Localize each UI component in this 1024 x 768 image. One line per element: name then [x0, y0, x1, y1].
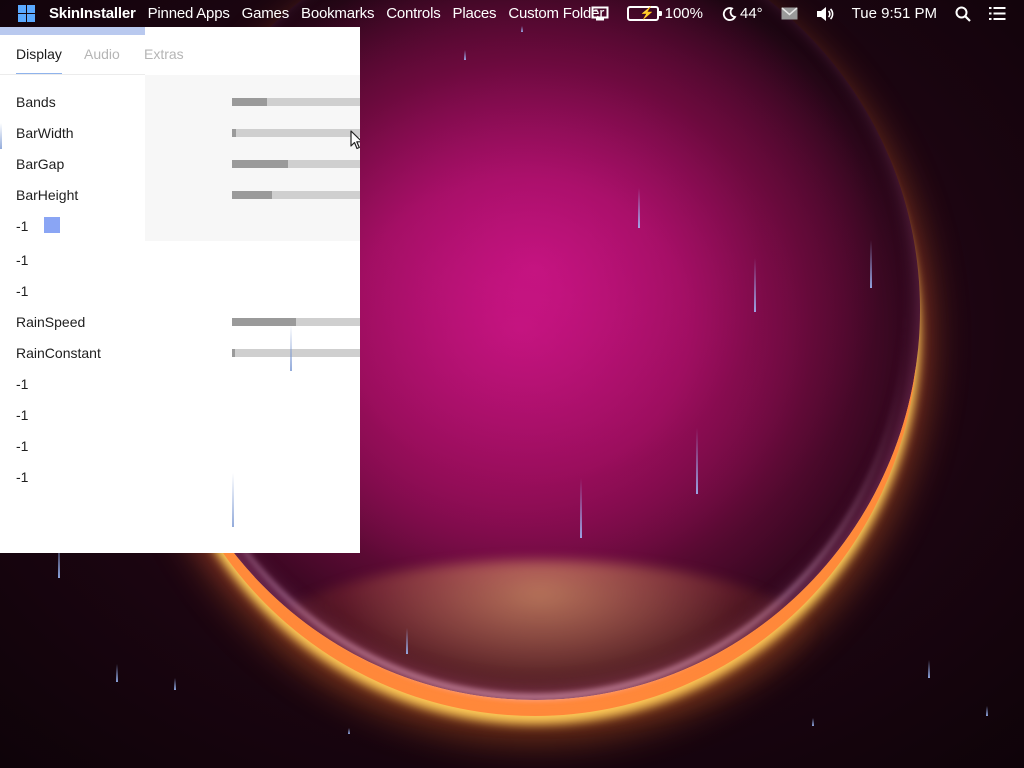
rainspeed-slider[interactable]: [232, 318, 360, 326]
battery-status[interactable]: ⚡ 100%: [626, 5, 703, 22]
rain-drop: [870, 240, 872, 288]
barheight-slider[interactable]: [232, 191, 360, 199]
notification-list-icon[interactable]: [989, 7, 1006, 20]
setting-label-unset: -1: [16, 283, 29, 299]
rain-drop: [928, 660, 930, 678]
rain-drop: [174, 678, 176, 690]
setting-label-rainspeed: RainSpeed: [16, 314, 86, 330]
bands-slider[interactable]: [232, 98, 360, 106]
setting-label-unset: -1: [16, 469, 29, 485]
rain-drop: [696, 428, 698, 494]
clock[interactable]: Tue 9:51 PM: [852, 5, 937, 22]
rain-drop: [348, 728, 350, 734]
setting-label-unset: -1: [16, 438, 29, 454]
setting-label-unset: -1: [16, 218, 29, 234]
rain-drop: [464, 50, 466, 60]
tab-audio[interactable]: Audio: [84, 46, 120, 62]
rain-drop: [638, 188, 640, 228]
setting-label-bargap: BarGap: [16, 156, 65, 172]
setting-label-unset: -1: [16, 252, 29, 268]
search-icon[interactable]: [955, 6, 971, 22]
display-icon[interactable]: [591, 6, 609, 22]
rain-drop: [812, 718, 814, 726]
menu-games[interactable]: Games: [242, 5, 290, 22]
tab-display[interactable]: Display: [16, 46, 62, 62]
weather-temp: 44°: [739, 5, 763, 22]
color-swatch[interactable]: [44, 217, 60, 233]
mouse-cursor-icon: [350, 130, 360, 150]
rain-drop: [580, 478, 582, 538]
menu-bookmarks[interactable]: Bookmarks: [301, 5, 374, 22]
slider-fill: [232, 318, 296, 326]
setting-label-barheight: BarHeight: [16, 187, 79, 203]
rain-drop: [116, 664, 118, 682]
setting-label-barwidth: BarWidth: [16, 125, 74, 141]
menu-places[interactable]: Places: [453, 5, 497, 22]
mail-icon[interactable]: [781, 7, 798, 20]
rain-drop: [754, 258, 756, 312]
slider-fill: [232, 129, 236, 137]
menu-controls[interactable]: Controls: [386, 5, 440, 22]
tab-divider: [0, 74, 145, 75]
slider-fill: [232, 349, 235, 357]
setting-label-unset: -1: [16, 376, 29, 392]
setting-label-bands: Bands: [16, 94, 56, 110]
setting-label-rainconstant: RainConstant: [16, 345, 101, 361]
skin-settings-panel: Display Audio Extras Bands BarWidth BarG…: [0, 27, 360, 553]
panel-top-strip: [0, 27, 145, 35]
setting-label-unset: -1: [16, 407, 29, 423]
battery-percent: 100%: [664, 5, 703, 22]
barwidth-slider[interactable]: [232, 129, 360, 137]
rainconstant-slider[interactable]: [232, 349, 360, 357]
menu-app-name[interactable]: SkinInstaller: [49, 5, 136, 22]
rain-drop: [986, 706, 988, 716]
moon-icon: [722, 6, 737, 21]
slider-fill: [232, 160, 289, 168]
rain-drop: [0, 123, 2, 149]
bargap-slider[interactable]: [232, 160, 360, 168]
menu-pinned-apps[interactable]: Pinned Apps: [148, 5, 230, 22]
slider-fill: [232, 98, 267, 106]
horizon-light: [260, 560, 820, 730]
slider-fill: [232, 191, 272, 199]
volume-icon[interactable]: [816, 6, 834, 22]
rain-drop: [232, 473, 234, 527]
settings-tabs: Display Audio Extras: [0, 45, 360, 75]
battery-icon: ⚡: [626, 6, 662, 21]
tab-extras[interactable]: Extras: [144, 46, 184, 62]
rain-drop: [406, 628, 408, 654]
menu-bar: SkinInstaller Pinned Apps Games Bookmark…: [0, 0, 1024, 27]
status-area: ⚡ 100% 44° Tue 9:51 PM: [591, 0, 1024, 27]
weather-status[interactable]: 44°: [721, 5, 763, 22]
windows-logo-icon[interactable]: [18, 5, 35, 22]
rain-drop: [290, 325, 292, 371]
